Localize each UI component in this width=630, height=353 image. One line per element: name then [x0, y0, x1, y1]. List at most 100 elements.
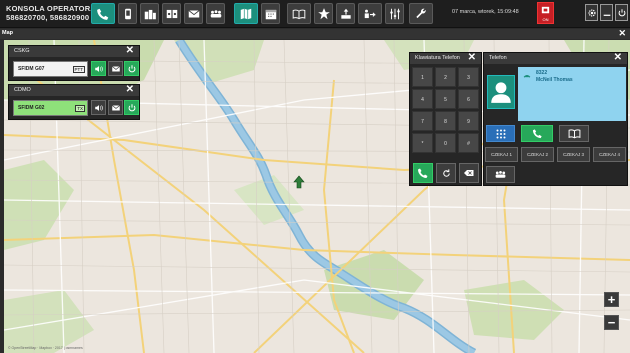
- hold-3-button[interactable]: CZEKAJ 3: [557, 147, 590, 162]
- answer-call-button[interactable]: [521, 125, 553, 142]
- conference-button[interactable]: [486, 166, 515, 183]
- map-tool-button[interactable]: [234, 3, 258, 24]
- phone-tool-button[interactable]: [91, 3, 115, 24]
- key-star[interactable]: *: [412, 133, 433, 153]
- calendar-icon: [265, 9, 276, 19]
- cskg-power-button[interactable]: [124, 61, 139, 76]
- mail-icon: [111, 104, 120, 110]
- speaker-icon: [94, 104, 103, 111]
- settings-tool-button[interactable]: [409, 3, 433, 24]
- active-call-card[interactable]: 8322 McNeil Thomas: [518, 67, 626, 121]
- keypad-panel-title: Klawiatura Telefon: [415, 55, 460, 61]
- phone-icon: [418, 168, 428, 178]
- cdmo-speaker-button[interactable]: [91, 100, 106, 115]
- star-icon: [317, 7, 330, 19]
- close-map-button[interactable]: ✕: [618, 28, 626, 39]
- minimize-button[interactable]: [600, 4, 613, 21]
- close-cdmo-panel-button[interactable]: ✕: [126, 84, 134, 96]
- key-hash[interactable]: #: [458, 133, 479, 153]
- equalizer-tool-button[interactable]: [385, 3, 404, 24]
- key-0[interactable]: 0: [435, 133, 456, 153]
- hold-2-button[interactable]: CZEKAJ 2: [521, 147, 554, 162]
- phone-icon: [532, 129, 542, 139]
- cskg-message-button[interactable]: [108, 61, 123, 76]
- key-8[interactable]: 8: [435, 111, 456, 131]
- radio-channel-row[interactable]: SFIDM G07 PTT: [13, 61, 88, 77]
- key-4[interactable]: 4: [412, 89, 433, 109]
- console-phone-numbers: 586820700, 586820900: [6, 13, 90, 22]
- hold-4-button[interactable]: CZEKAJ 4: [593, 147, 626, 162]
- speaker-icon: [94, 65, 103, 72]
- console-title: KONSOLA OPERATORA 586820700, 586820900: [6, 4, 96, 22]
- power-icon: [128, 103, 135, 111]
- key-9[interactable]: 9: [458, 111, 479, 131]
- tab-map[interactable]: Map: [2, 30, 13, 36]
- group-tool-button[interactable]: [206, 3, 225, 24]
- person-icon: [491, 82, 511, 103]
- radio-channel-row-active[interactable]: SFIDM G02 TX: [13, 100, 88, 116]
- phone-icon: [97, 8, 109, 20]
- zoom-in-button[interactable]: +: [604, 292, 619, 307]
- caller-name: McNeil Thomas: [536, 77, 573, 83]
- cskg-speaker-button[interactable]: [91, 61, 106, 76]
- ptt-tag: PTT: [72, 65, 85, 73]
- mail-tool-button[interactable]: [184, 3, 203, 24]
- mail-icon: [111, 65, 120, 71]
- upload-icon: [340, 8, 351, 19]
- zoom-out-button[interactable]: −: [604, 315, 619, 330]
- mail-icon: [187, 9, 200, 17]
- book-icon: [292, 9, 306, 19]
- favorites-tool-button[interactable]: [314, 3, 333, 24]
- radio-group-icon: [144, 9, 156, 19]
- key-3[interactable]: 3: [458, 67, 479, 87]
- redial-icon: [442, 168, 450, 177]
- settings-button[interactable]: [585, 4, 598, 21]
- redial-button[interactable]: [436, 163, 456, 183]
- hold-1-button[interactable]: CZEKAJ 1: [485, 147, 518, 162]
- cskg-radio-panel: CSKG ✕ SFIDM G07 PTT: [8, 45, 140, 81]
- keypad-call-button[interactable]: [413, 163, 433, 183]
- incoming-call-icon: [523, 74, 531, 78]
- dialpad-toggle-button[interactable]: [486, 125, 515, 142]
- calendar-tool-button[interactable]: [261, 3, 280, 24]
- cdmo-panel-header: CDMO ✕: [9, 84, 139, 96]
- mobile-icon: [124, 8, 131, 19]
- intercom-tool-button[interactable]: [162, 3, 181, 24]
- group-icon: [210, 9, 221, 17]
- top-toolbar: KONSOLA OPERATORA 586820700, 586820900 0…: [0, 0, 630, 28]
- key-6[interactable]: 6: [458, 89, 479, 109]
- cdmo-message-button[interactable]: [108, 100, 123, 115]
- cdmo-panel-title: CDMO: [14, 87, 31, 93]
- mobile-tool-button[interactable]: [118, 3, 137, 24]
- key-1[interactable]: 1: [412, 67, 433, 87]
- phonebook-button[interactable]: [559, 125, 589, 142]
- transfer-tool-button[interactable]: [358, 3, 382, 24]
- radio-group-tool-button[interactable]: [140, 3, 159, 24]
- wrench-icon: [416, 8, 426, 18]
- upload-tool-button[interactable]: [336, 3, 355, 24]
- map-tab-bar: Map ✕: [0, 28, 630, 39]
- close-cskg-panel-button[interactable]: ✕: [126, 45, 134, 57]
- book-tool-button[interactable]: [287, 3, 311, 24]
- gear-icon: [587, 8, 596, 17]
- power-icon: [618, 8, 625, 16]
- key-5[interactable]: 5: [435, 89, 456, 109]
- power-button[interactable]: [615, 4, 628, 21]
- cdmo-power-button[interactable]: [124, 100, 139, 115]
- phone-keypad-panel: Klawiatura Telefon ✕ 1 2 3 4 5 6 7 8 9 *…: [409, 52, 482, 186]
- map-attribution: © OpenStreetMap · Mapbox · 2017 | osmnam…: [8, 346, 83, 350]
- backspace-button[interactable]: [459, 163, 479, 183]
- key-2[interactable]: 2: [435, 67, 456, 87]
- close-telephone-button[interactable]: ✕: [614, 52, 622, 64]
- equalizer-icon: [389, 8, 400, 19]
- power-icon: [128, 64, 135, 72]
- caller-number: 8322: [536, 70, 548, 76]
- map-icon: [240, 8, 252, 19]
- close-keypad-button[interactable]: ✕: [468, 52, 476, 64]
- book-icon: [568, 129, 580, 139]
- key-7[interactable]: 7: [412, 111, 433, 131]
- group-icon: [495, 170, 506, 178]
- alarm-button[interactable]: ON: [537, 2, 554, 24]
- date-time-display: 07 marca, wtorek, 15:09:48: [452, 9, 519, 15]
- radio-channel-name: SFIDM G07: [18, 66, 45, 72]
